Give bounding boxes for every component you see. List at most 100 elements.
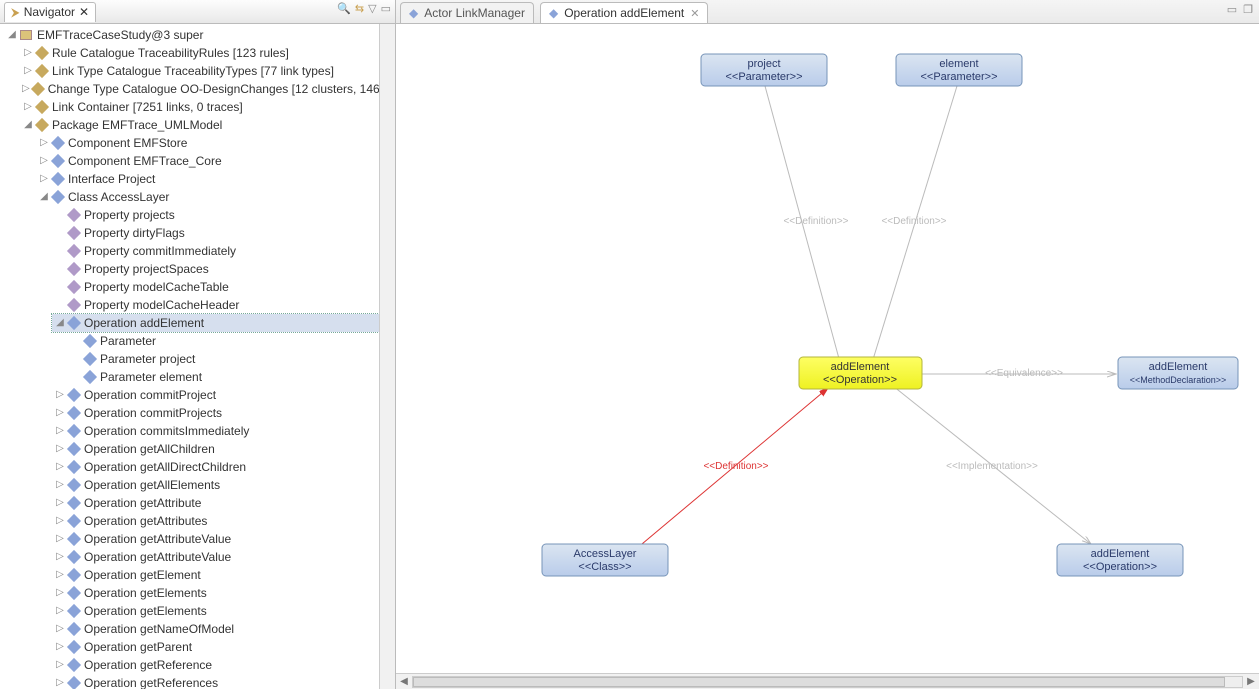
tree-package[interactable]: ◢ Package EMFTrace_UMLModel — [20, 116, 379, 134]
tree-item[interactable]: ▷Operation getAttribute — [52, 494, 379, 512]
expander-icon[interactable]: ▷ — [54, 620, 66, 638]
tree-item[interactable]: Property commitImmediately — [52, 242, 379, 260]
link-with-editor-icon[interactable]: 🔍 — [337, 2, 351, 15]
tree-item[interactable]: ▷Interface Project — [36, 170, 379, 188]
expander-icon[interactable]: ▷ — [54, 494, 66, 512]
navigator-tree[interactable]: ◢ EMFTraceCaseStudy@3 super ▷Rule Catalo… — [0, 24, 379, 689]
tree-item[interactable]: ▷Operation getAttributeValue — [52, 530, 379, 548]
expander-icon[interactable]: ▷ — [54, 458, 66, 476]
expander-icon[interactable]: ▷ — [54, 476, 66, 494]
expander-icon[interactable]: ▷ — [22, 44, 34, 62]
tree-item[interactable]: Property modelCacheTable — [52, 278, 379, 296]
tree-item[interactable]: ▷Operation getParent — [52, 638, 379, 656]
expander-icon[interactable]: ▷ — [54, 512, 66, 530]
tree-label: Component EMFStore — [68, 134, 187, 152]
tree-item[interactable]: Property projectSpaces — [52, 260, 379, 278]
diamond-icon — [51, 172, 65, 186]
node-accesslayer[interactable]: AccessLayer <<Class>> — [542, 544, 668, 576]
tree-item[interactable]: ▷Link Type Catalogue TraceabilityTypes [… — [20, 62, 379, 80]
tree-item[interactable]: ▷Operation getReferences — [52, 674, 379, 689]
diamond-icon — [67, 208, 81, 222]
tree-item[interactable]: ▷Operation commitProjects — [52, 404, 379, 422]
tree-class[interactable]: ◢ Class AccessLayer — [36, 188, 379, 206]
expander-icon[interactable]: ▷ — [54, 674, 66, 689]
expander-icon[interactable]: ▷ — [38, 134, 50, 152]
node-addelement-operation-right[interactable]: addElement <<Operation>> — [1057, 544, 1183, 576]
tree-item[interactable]: ▷Operation getAttributeValue — [52, 548, 379, 566]
tree-selected-operation[interactable]: ◢ Operation addElement — [52, 314, 379, 332]
tree-item[interactable]: Parameter project — [68, 350, 379, 368]
tree-item[interactable]: ▷Operation getAllElements — [52, 476, 379, 494]
expander-icon[interactable]: ▷ — [38, 170, 50, 188]
node-addelement-operation-center[interactable]: addElement <<Operation>> — [799, 357, 922, 389]
expander-icon[interactable]: ◢ — [38, 188, 50, 206]
tree-item[interactable]: ▷Rule Catalogue TraceabilityRules [123 r… — [20, 44, 379, 62]
diamond-icon — [67, 316, 81, 330]
diamond-icon — [51, 154, 65, 168]
close-icon[interactable]: ✕ — [79, 5, 89, 19]
expander-icon[interactable]: ▷ — [22, 80, 30, 98]
tree-item[interactable]: ▷Operation getAttributes — [52, 512, 379, 530]
expander-icon[interactable]: ▷ — [22, 62, 34, 80]
tab-label: Actor LinkManager — [424, 6, 525, 20]
view-menu-icon[interactable]: ▽ — [368, 2, 376, 15]
node-element[interactable]: element <<Parameter>> — [896, 54, 1022, 86]
diamond-icon — [35, 46, 49, 60]
expander-icon[interactable]: ◢ — [54, 314, 66, 332]
close-icon[interactable]: ✕ — [690, 7, 699, 20]
tree-root[interactable]: ◢ EMFTraceCaseStudy@3 super — [4, 26, 379, 44]
diamond-icon — [83, 370, 97, 384]
expander-icon[interactable]: ▷ — [38, 152, 50, 170]
expander-icon[interactable]: ▷ — [54, 584, 66, 602]
tree-item[interactable]: Property dirtyFlags — [52, 224, 379, 242]
maximize-icon[interactable]: ❐ — [1243, 3, 1253, 16]
tree-label: Property modelCacheTable — [84, 278, 229, 296]
tab-actor-linkmanager[interactable]: ◆ Actor LinkManager — [400, 2, 534, 23]
expander-icon[interactable]: ◢ — [22, 116, 34, 134]
node-project[interactable]: project <<Parameter>> — [701, 54, 827, 86]
tree-item[interactable]: ▷Operation getElements — [52, 584, 379, 602]
scroll-right-icon[interactable]: ▶ — [1243, 676, 1259, 687]
expander-icon[interactable]: ▷ — [54, 386, 66, 404]
tree-item[interactable]: ▷Operation getElement — [52, 566, 379, 584]
scroll-left-icon[interactable]: ◀ — [396, 676, 412, 687]
diagram-canvas[interactable]: <<Definition>> <<Definition>> <<Equivale… — [396, 24, 1259, 689]
tree-item[interactable]: ▷Operation getAllDirectChildren — [52, 458, 379, 476]
tree-item[interactable]: ▷Operation getAllChildren — [52, 440, 379, 458]
navigator-tab[interactable]: ⮞ Navigator ✕ — [4, 2, 96, 22]
expander-icon[interactable]: ▷ — [54, 656, 66, 674]
tree-item[interactable]: ▷Operation getElements — [52, 602, 379, 620]
expander-icon[interactable]: ▷ — [54, 404, 66, 422]
minimize-icon[interactable]: ▭ — [1227, 3, 1237, 16]
expander-icon[interactable]: ▷ — [54, 422, 66, 440]
tree-item[interactable]: ▷Link Container [7251 links, 0 traces] — [20, 98, 379, 116]
expander-icon[interactable]: ▷ — [54, 548, 66, 566]
tree-label: Operation getReference — [84, 656, 212, 674]
horizontal-scrollbar[interactable]: ◀ ▶ — [396, 673, 1259, 689]
node-addelement-methoddecl[interactable]: addElement <<MethodDeclaration>> — [1118, 357, 1238, 389]
tree-item[interactable]: ▷Change Type Catalogue OO-DesignChanges … — [20, 80, 379, 98]
tree-item[interactable]: ▷ Operation getReference — [52, 656, 379, 674]
tree-item[interactable]: Property modelCacheHeader — [52, 296, 379, 314]
expander-icon[interactable]: ▷ — [54, 530, 66, 548]
tree-item[interactable]: Parameter — [68, 332, 379, 350]
tree-item[interactable]: ▷ Component EMFStore — [36, 134, 379, 152]
expander-icon[interactable]: ▷ — [54, 566, 66, 584]
expander-icon[interactable]: ▷ — [22, 98, 34, 116]
diamond-icon — [67, 478, 81, 492]
expander-icon[interactable]: ▷ — [54, 440, 66, 458]
tree-item[interactable]: ▷Operation commitsImmediately — [52, 422, 379, 440]
node-label: addElement — [1149, 361, 1208, 373]
expander-icon[interactable]: ▷ — [54, 638, 66, 656]
tree-item[interactable]: ▷Component EMFTrace_Core — [36, 152, 379, 170]
tree-item[interactable]: ▷Operation getNameOfModel — [52, 620, 379, 638]
tree-item[interactable]: ▷Operation commitProject — [52, 386, 379, 404]
navigator-scrollbar[interactable] — [379, 24, 395, 689]
tab-operation-addelement[interactable]: ◆ Operation addElement ✕ — [540, 2, 709, 23]
collapse-all-icon[interactable]: ⇆ — [355, 2, 364, 15]
tree-item[interactable]: Property projects — [52, 206, 379, 224]
expander-icon[interactable]: ▷ — [54, 602, 66, 620]
expander-icon[interactable]: ◢ — [6, 26, 18, 44]
minimize-icon[interactable]: ▭ — [381, 2, 391, 15]
tree-item[interactable]: Parameter element — [68, 368, 379, 386]
